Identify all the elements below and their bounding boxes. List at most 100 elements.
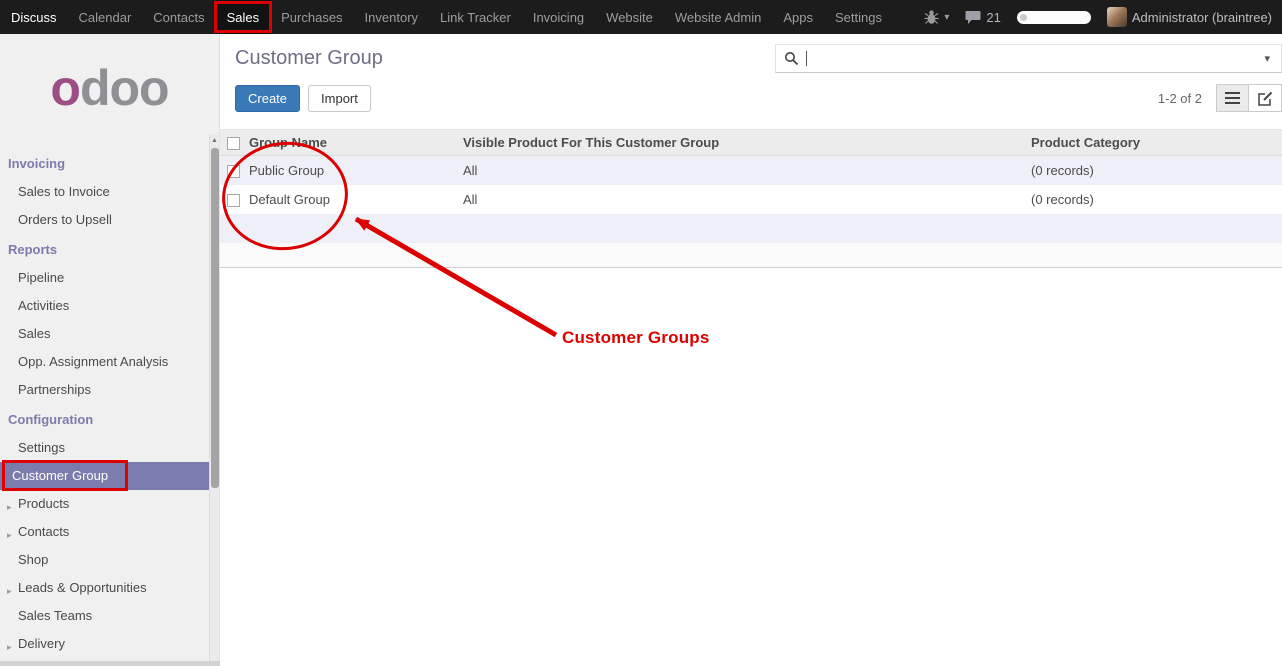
page-title: Customer Group <box>235 47 383 70</box>
topbar-right: ▾ 21 Administrator (braintree) <box>924 0 1282 34</box>
menu-discuss[interactable]: Discuss <box>0 0 68 34</box>
main-area: odoo Invoicing Sales to Invoice Orders t… <box>0 34 1282 666</box>
sidebar-item-label: Delivery <box>18 636 65 651</box>
table-row-public-group[interactable]: Public Group All (0 records) <box>220 156 1282 185</box>
scrollbar-thumb[interactable] <box>211 148 219 488</box>
cell-visible-product[interactable]: All <box>460 156 1028 185</box>
user-name: Administrator (braintree) <box>1132 10 1272 25</box>
messages-count-badge: 21 <box>986 10 1000 25</box>
search-icon <box>784 51 799 66</box>
sidebar: odoo Invoicing Sales to Invoice Orders t… <box>0 34 220 666</box>
customer-group-table: Group Name Visible Product For This Cust… <box>220 129 1282 268</box>
odoo-logo[interactable]: odoo <box>0 34 219 142</box>
sidebar-item-customer-group[interactable]: Customer Group <box>0 462 210 490</box>
chat-icon <box>965 10 981 25</box>
menu-website-admin[interactable]: Website Admin <box>664 0 772 34</box>
odoo-logo-first-letter: o <box>50 59 80 117</box>
sidebar-section-reports[interactable]: Reports <box>0 234 210 264</box>
import-button[interactable]: Import <box>308 85 371 112</box>
sidebar-item-delivery[interactable]: ▸ Delivery <box>0 630 210 658</box>
form-view-button[interactable] <box>1249 84 1282 112</box>
avatar <box>1107 7 1127 27</box>
sidebar-menu: Invoicing Sales to Invoice Orders to Ups… <box>0 142 210 658</box>
menu-sales[interactable]: Sales <box>216 0 271 34</box>
search-text-cursor <box>806 51 807 66</box>
menu-settings[interactable]: Settings <box>824 0 893 34</box>
sidebar-item-sales-to-invoice[interactable]: Sales to Invoice <box>0 178 210 206</box>
sidebar-item-contacts[interactable]: ▸ Contacts <box>0 518 210 546</box>
sidebar-item-pipeline[interactable]: Pipeline <box>0 264 210 292</box>
sidebar-item-label: Customer Group <box>12 468 108 483</box>
cell-group-name[interactable]: Default Group <box>246 185 460 214</box>
cell-product-category[interactable]: (0 records) <box>1028 156 1282 185</box>
list-view-icon <box>1225 92 1240 104</box>
expand-arrow-icon: ▸ <box>7 639 12 655</box>
sidebar-item-sales[interactable]: Sales <box>0 320 210 348</box>
expand-arrow-icon: ▸ <box>7 583 12 599</box>
sidebar-item-products[interactable]: ▸ Products <box>0 490 210 518</box>
sidebar-section-configuration[interactable]: Configuration <box>0 404 210 434</box>
sidebar-item-activities[interactable]: Activities <box>0 292 210 320</box>
menu-inventory[interactable]: Inventory <box>354 0 429 34</box>
horizontal-scrollbar-track <box>0 661 220 666</box>
menu-apps[interactable]: Apps <box>772 0 824 34</box>
bug-icon <box>924 9 939 25</box>
search-bar[interactable]: ▾ <box>775 44 1282 73</box>
sidebar-item-leads-opportunities[interactable]: ▸ Leads & Opportunities <box>0 574 210 602</box>
create-button[interactable]: Create <box>235 85 300 112</box>
menu-website[interactable]: Website <box>595 0 664 34</box>
sidebar-item-sales-teams[interactable]: Sales Teams <box>0 602 210 630</box>
odoo-logo-rest: doo <box>80 59 169 117</box>
select-all-checkbox[interactable] <box>227 137 240 150</box>
status-pill[interactable] <box>1017 11 1091 24</box>
column-header-product-category[interactable]: Product Category <box>1028 130 1282 156</box>
menu-contacts[interactable]: Contacts <box>142 0 215 34</box>
empty-row <box>220 243 1282 268</box>
messages-menu-button[interactable]: 21 <box>965 10 1000 25</box>
table-header-row: Group Name Visible Product For This Cust… <box>220 130 1282 156</box>
control-panel-bottom: Create Import 1-2 of 2 <box>220 83 1282 113</box>
sidebar-scrollbar[interactable]: ▲ <box>209 134 219 661</box>
pager-and-switcher: 1-2 of 2 <box>1158 84 1282 112</box>
sidebar-item-settings[interactable]: Settings <box>0 434 210 462</box>
sidebar-item-shop[interactable]: Shop <box>0 546 210 574</box>
scroll-up-button[interactable]: ▲ <box>210 134 219 147</box>
sidebar-item-opp-assignment-analysis[interactable]: Opp. Assignment Analysis <box>0 348 210 376</box>
control-panel-top: Customer Group ▾ <box>220 34 1282 74</box>
expand-arrow-icon: ▸ <box>7 527 12 543</box>
topbar: Discuss Calendar Contacts Sales Purchase… <box>0 0 1282 34</box>
pager[interactable]: 1-2 of 2 <box>1158 91 1202 106</box>
row-checkbox[interactable] <box>227 165 240 178</box>
table-row-default-group[interactable]: Default Group All (0 records) <box>220 185 1282 214</box>
user-menu-button[interactable]: Administrator (braintree) <box>1107 7 1272 27</box>
menu-invoicing[interactable]: Invoicing <box>522 0 595 34</box>
top-menu: Discuss Calendar Contacts Sales Purchase… <box>0 0 893 34</box>
sidebar-item-label: Products <box>18 496 69 511</box>
caret-down-icon: ▾ <box>944 12 949 23</box>
form-view-icon <box>1258 91 1273 106</box>
sidebar-item-label: Leads & Opportunities <box>18 580 147 595</box>
empty-row <box>220 214 1282 243</box>
cell-group-name[interactable]: Public Group <box>246 156 460 185</box>
action-buttons: Create Import <box>235 85 371 112</box>
menu-calendar[interactable]: Calendar <box>68 0 143 34</box>
column-header-group-name[interactable]: Group Name <box>246 130 460 156</box>
odoo-app: Discuss Calendar Contacts Sales Purchase… <box>0 0 1282 666</box>
list-view-button[interactable] <box>1216 84 1249 112</box>
column-header-visible-product[interactable]: Visible Product For This Customer Group <box>460 130 1028 156</box>
menu-sales-label: Sales <box>227 10 260 25</box>
sidebar-section-invoicing[interactable]: Invoicing <box>0 148 210 178</box>
search-options-caret-icon[interactable]: ▾ <box>1253 52 1281 65</box>
view-switcher <box>1216 84 1282 112</box>
sidebar-item-label: Contacts <box>18 524 69 539</box>
menu-purchases[interactable]: Purchases <box>270 0 353 34</box>
cell-visible-product[interactable]: All <box>460 185 1028 214</box>
sidebar-item-orders-to-upsell[interactable]: Orders to Upsell <box>0 206 210 234</box>
debug-menu-button[interactable]: ▾ <box>924 9 949 25</box>
cell-product-category[interactable]: (0 records) <box>1028 185 1282 214</box>
menu-link-tracker[interactable]: Link Tracker <box>429 0 522 34</box>
sidebar-item-partnerships[interactable]: Partnerships <box>0 376 210 404</box>
expand-arrow-icon: ▸ <box>7 499 12 515</box>
content-panel: Customer Group ▾ Create Import <box>220 34 1282 666</box>
row-checkbox[interactable] <box>227 194 240 207</box>
